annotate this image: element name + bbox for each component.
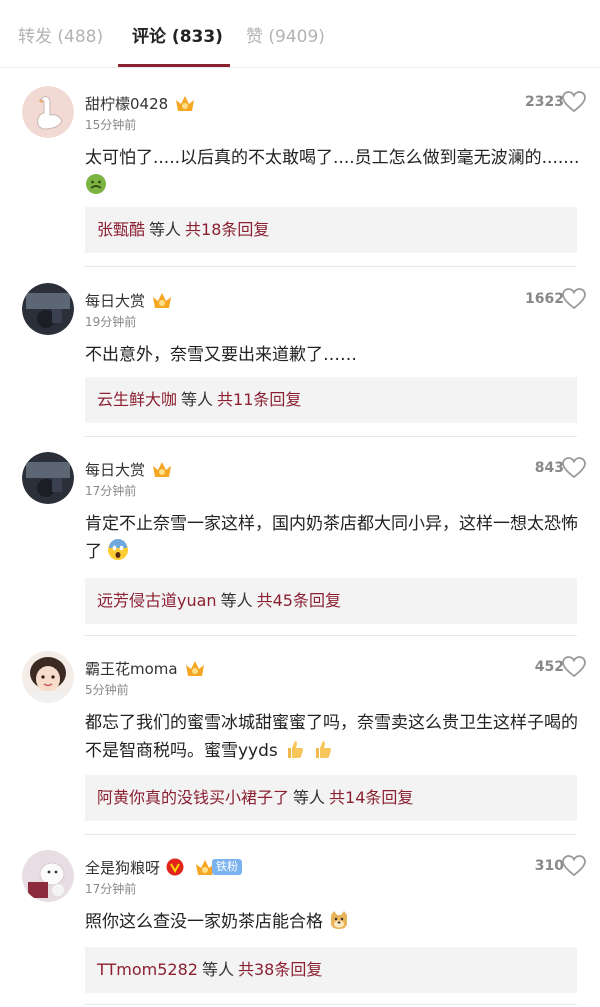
- username[interactable]: 霸王花moma: [85, 658, 178, 679]
- nauseated-face-emoji: [86, 174, 106, 194]
- crown-level-icon: [153, 462, 172, 477]
- comment-time: 17分钟前: [85, 882, 137, 896]
- tab-bar: 转发 (488) 评论 (833) 赞 (9409): [0, 0, 600, 68]
- avatar[interactable]: [22, 850, 74, 902]
- heart-icon[interactable]: [562, 855, 586, 877]
- heart-icon[interactable]: [562, 457, 586, 479]
- reply-user[interactable]: 云生鲜大咖: [97, 390, 177, 409]
- reply-mid: 等人: [220, 591, 253, 610]
- reply-mid: 等人: [149, 220, 182, 239]
- crown-level-icon: [153, 293, 172, 308]
- like-count: 2323: [525, 94, 564, 110]
- divider: [84, 834, 577, 835]
- reply-count[interactable]: 共18条回复: [185, 220, 269, 239]
- reply-summary[interactable]: 远芳侵古道yuan 等人 共45条回复: [85, 578, 577, 624]
- reply-user[interactable]: 阿黄你真的没钱买小裙子了: [97, 788, 289, 807]
- reply-mid: 等人: [201, 960, 234, 979]
- username[interactable]: 全是狗粮呀: [85, 857, 160, 878]
- avatar[interactable]: [22, 283, 74, 335]
- comment-time: 17分钟前: [85, 484, 137, 498]
- fan-badge: 铁粉: [188, 857, 243, 877]
- comment-text: 照你这么查没一家奶茶店能合格: [85, 908, 580, 936]
- heart-icon[interactable]: [562, 288, 586, 310]
- crown-level-icon: [176, 96, 195, 111]
- tab-comments[interactable]: 评论 (833): [132, 22, 223, 47]
- comment-time: 5分钟前: [85, 683, 129, 697]
- doge-emoji: [331, 911, 348, 929]
- verified-v-icon: [166, 858, 184, 876]
- reply-user[interactable]: TTmom5282: [97, 960, 198, 979]
- comment-time: 15分钟前: [85, 118, 137, 132]
- reply-summary[interactable]: 云生鲜大咖 等人 共11条回复: [85, 377, 577, 423]
- divider: [84, 635, 577, 636]
- crown-level-icon: [185, 661, 204, 676]
- avatar[interactable]: [22, 86, 74, 138]
- username[interactable]: 甜柠檬0428: [85, 93, 168, 114]
- heart-icon[interactable]: [562, 91, 586, 113]
- comment-text: 不出意外，奈雪又要出来道歉了……: [85, 345, 357, 365]
- thumbs-up-emoji: [288, 741, 304, 758]
- avatar[interactable]: [22, 452, 74, 504]
- like-count: 1662: [525, 291, 564, 307]
- reply-summary[interactable]: 阿黄你真的没钱买小裙子了 等人 共14条回复: [85, 775, 577, 821]
- reply-count[interactable]: 共14条回复: [329, 788, 413, 807]
- comment-text: 肯定不止奈雪一家这样，国内奶茶店都大同小异，这样一想太恐怖了: [85, 514, 578, 562]
- screaming-face-emoji: [108, 539, 129, 560]
- reply-count[interactable]: 共11条回复: [217, 390, 301, 409]
- divider: [84, 436, 577, 437]
- tab-reposts[interactable]: 转发 (488): [18, 22, 103, 47]
- divider: [84, 1004, 577, 1005]
- reply-count[interactable]: 共38条回复: [238, 960, 322, 979]
- fan-tag: 铁粉: [212, 859, 243, 875]
- thumbs-up-emoji: [315, 741, 331, 758]
- like-count: 310: [534, 858, 564, 874]
- like-count: 452: [534, 659, 564, 675]
- avatar[interactable]: [22, 651, 74, 703]
- divider: [84, 266, 577, 267]
- like-count: 843: [534, 460, 564, 476]
- username[interactable]: 每日大赏: [85, 290, 145, 311]
- comment-time: 19分钟前: [85, 315, 137, 329]
- heart-icon[interactable]: [562, 656, 586, 678]
- reply-summary[interactable]: 张甄酷 等人 共18条回复: [85, 207, 577, 253]
- username[interactable]: 每日大赏: [85, 459, 145, 480]
- comment-text: 都忘了我们的蜜雪冰城甜蜜蜜了吗，奈雪卖这么贵卫生这样子喝的不是智商税吗。蜜雪yy…: [85, 713, 578, 761]
- active-tab-indicator: [118, 64, 230, 67]
- tab-likes[interactable]: 赞 (9409): [246, 22, 325, 47]
- reply-user[interactable]: 远芳侵古道yuan: [97, 591, 217, 610]
- reply-summary[interactable]: TTmom5282 等人 共38条回复: [85, 947, 577, 993]
- reply-mid: 等人: [293, 788, 326, 807]
- comment-text: 太可怕了.....以后真的不太敢喝了....员工怎么做到毫无波澜的.......: [85, 144, 580, 200]
- reply-user[interactable]: 张甄酷: [97, 220, 145, 239]
- reply-count[interactable]: 共45条回复: [257, 591, 341, 610]
- reply-mid: 等人: [181, 390, 214, 409]
